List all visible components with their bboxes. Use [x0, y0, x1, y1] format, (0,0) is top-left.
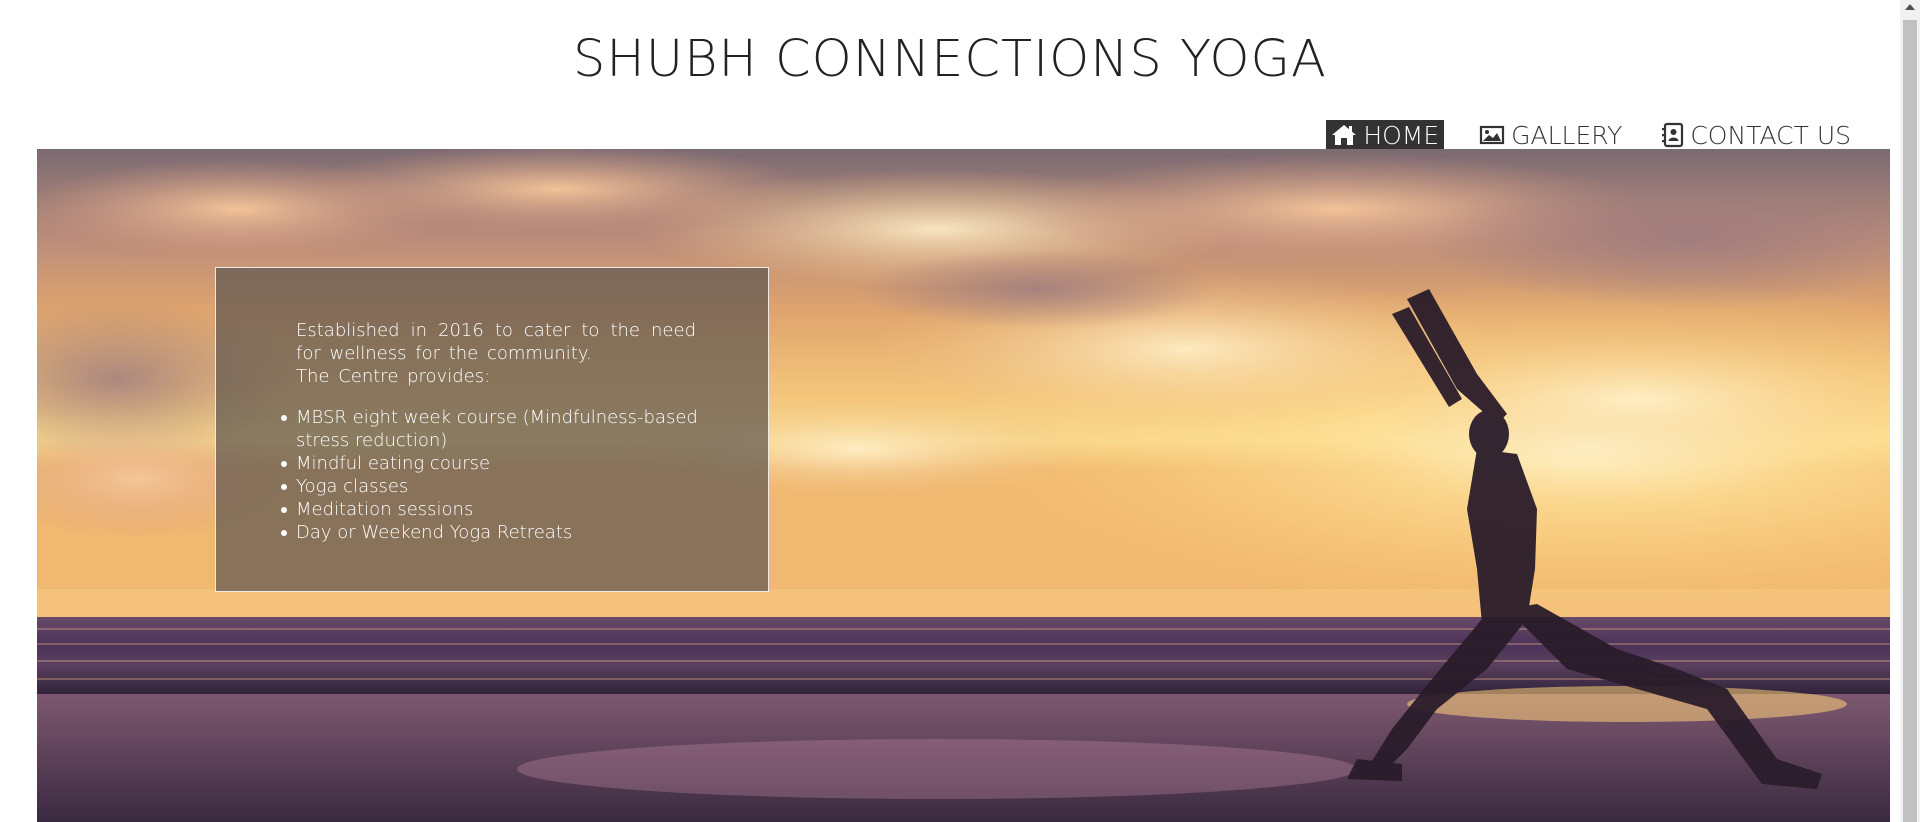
- nav-home[interactable]: HOME: [1326, 120, 1445, 150]
- list-item: Mindful eating course: [281, 452, 736, 475]
- nav-contact-us-label: CONTACT US: [1690, 120, 1851, 150]
- intro-panel: Established in 2016 to cater to the need…: [215, 267, 769, 592]
- hero-banner: Established in 2016 to cater to the need…: [37, 149, 1890, 822]
- intro-text: Established in 2016 to cater to the need…: [296, 319, 696, 388]
- page: SHUBH CONNECTIONS YOGA HOME GALLERY CONT…: [0, 0, 1920, 822]
- image-icon: [1479, 124, 1505, 146]
- contact-card-icon: [1662, 122, 1684, 148]
- list-item: Yoga classes: [281, 475, 736, 498]
- services-list: MBSR eight week course (Mindfulness-base…: [281, 406, 736, 544]
- nav-gallery[interactable]: GALLERY: [1474, 120, 1627, 150]
- scrollbar-thumb[interactable]: [1903, 20, 1917, 822]
- intro-line-1: Established in 2016 to cater to the need…: [296, 320, 696, 364]
- scroll-up-icon[interactable]: [1905, 4, 1915, 10]
- main-nav: HOME GALLERY CONTACT US: [1326, 120, 1856, 150]
- nav-home-label: HOME: [1363, 120, 1440, 150]
- intro-line-2: The Centre provides:: [296, 366, 491, 387]
- nav-gallery-label: GALLERY: [1511, 120, 1623, 150]
- list-item: Day or Weekend Yoga Retreats: [281, 521, 736, 544]
- vertical-scrollbar[interactable]: [1900, 0, 1920, 822]
- site-title: SHUBH CONNECTIONS YOGA: [573, 30, 1327, 89]
- home-icon: [1331, 123, 1357, 147]
- list-item: MBSR eight week course (Mindfulness-base…: [281, 406, 736, 452]
- nav-contact-us[interactable]: CONTACT US: [1657, 120, 1856, 150]
- list-item: Meditation sessions: [281, 498, 736, 521]
